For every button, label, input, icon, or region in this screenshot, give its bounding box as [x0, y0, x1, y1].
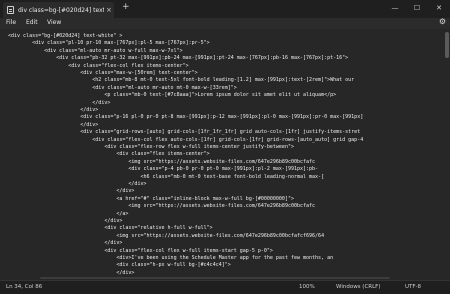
code-line[interactable]: </div> [8, 100, 110, 106]
code-line[interactable]: <div class="p-16 pl-0 pr-0 pt-8 max-[991… [8, 114, 363, 120]
line-ending[interactable]: Windows (CRLF) [336, 284, 380, 290]
code-line[interactable]: </div> [8, 122, 98, 128]
title-bar: div class=bg-[#020d24] text-white × + — … [0, 0, 450, 18]
text-editor[interactable]: <div class="bg-[#020d24] text-white" > <… [0, 29, 450, 280]
code-line[interactable]: <div class="flex-row flex w-full items-c… [8, 144, 294, 150]
menu-file[interactable]: File [6, 19, 16, 26]
menu-bar: File Edit View ⚙ [0, 18, 450, 29]
vertical-scrollbar-thumb[interactable] [445, 32, 449, 58]
code-line[interactable]: <h6 class="mb-0 mt-0 text-base font-bold… [8, 174, 324, 180]
code-line[interactable]: <div class="ml-auto mr-auto mt-0 max-w-[… [8, 85, 237, 91]
code-line[interactable]: <div class="pb-32 pt-32 max-[991px]:pb-2… [8, 55, 348, 61]
maximize-button[interactable]: ☐ [407, 2, 427, 14]
tab-title: div class=bg-[#020d24] text-white [18, 6, 104, 14]
code-line[interactable]: <img src="https://assets.website-files.c… [8, 203, 315, 209]
menu-view[interactable]: View [47, 19, 61, 26]
code-line[interactable]: <div class="flex-col flex w-full items-s… [8, 248, 273, 254]
tab-close-button[interactable]: × [106, 6, 112, 14]
code-line[interactable]: <div>I've been using the Schedule Master… [8, 255, 333, 261]
code-line[interactable]: <h2 class="mb-8 mt-0 text-5xl font-bold … [8, 77, 354, 83]
code-line[interactable]: <div class="pl-10 pr-10 max-[767px]:pl-5… [8, 40, 210, 46]
code-line[interactable]: <div class="grid-rows-[auto] grid-cols-[… [8, 129, 360, 135]
menu-edit[interactable]: Edit [26, 19, 38, 26]
code-line[interactable]: <div class="flex-col flex auto-cols-[1fr… [8, 137, 363, 143]
horizontal-scrollbar-thumb[interactable] [40, 277, 390, 279]
vertical-scrollbar[interactable] [444, 29, 450, 280]
code-line[interactable]: <div class="relative h-full w-full"> [8, 225, 212, 231]
minimize-button[interactable]: — [385, 2, 405, 14]
code-line[interactable]: </div> [8, 188, 134, 194]
code-line[interactable]: </div> [8, 107, 98, 113]
status-bar: Ln 34, Col 86 100% Windows (CRLF) UTF-8 [0, 280, 450, 294]
code-line[interactable]: <div class="bg-[#020d24] text-white" > [8, 33, 122, 39]
tab-active[interactable]: div class=bg-[#020d24] text-white × [3, 2, 114, 18]
code-line[interactable]: <div class="ml-auto mr-auto w-full max-w… [8, 48, 183, 54]
cursor-position[interactable]: Ln 34, Col 86 [6, 284, 42, 290]
code-line[interactable]: <div class="flex-col flex items-center"> [8, 63, 188, 69]
code-line[interactable]: </div> [8, 181, 146, 187]
code-line[interactable]: <div class="p-4 pb-0 pr-0 pt-0 max-[991p… [8, 166, 318, 172]
document-icon [7, 6, 14, 14]
code-line[interactable]: </div> [8, 270, 134, 276]
encoding[interactable]: UTF-8 [405, 284, 421, 290]
code-line[interactable]: <div class="h-px w-full bg-[#c4c4c4]"> [8, 262, 230, 268]
code-line[interactable]: <p class="mb-0 text-[#7c8aaa]">Lorem ips… [8, 92, 336, 98]
code-line[interactable]: <a href="#" class="inline-block max-w-fu… [8, 196, 294, 202]
code-line[interactable]: <img src="https://assets.website-files.c… [8, 233, 324, 239]
code-line[interactable]: <div class="max-w-[50rem] text-center"> [8, 70, 197, 76]
gear-icon[interactable]: ⚙ [439, 18, 446, 26]
code-line[interactable]: </div> [8, 240, 122, 246]
zoom-level[interactable]: 100% [299, 284, 315, 290]
new-tab-button[interactable]: + [122, 3, 130, 12]
close-window-button[interactable]: ✕ [429, 2, 449, 14]
code-line[interactable]: <div class="flex items-center"> [8, 151, 209, 157]
code-line[interactable]: <img src="https://assets.website-files.c… [8, 159, 315, 165]
code-line[interactable]: </a> [8, 211, 128, 217]
code-line[interactable]: </div> [8, 218, 122, 224]
